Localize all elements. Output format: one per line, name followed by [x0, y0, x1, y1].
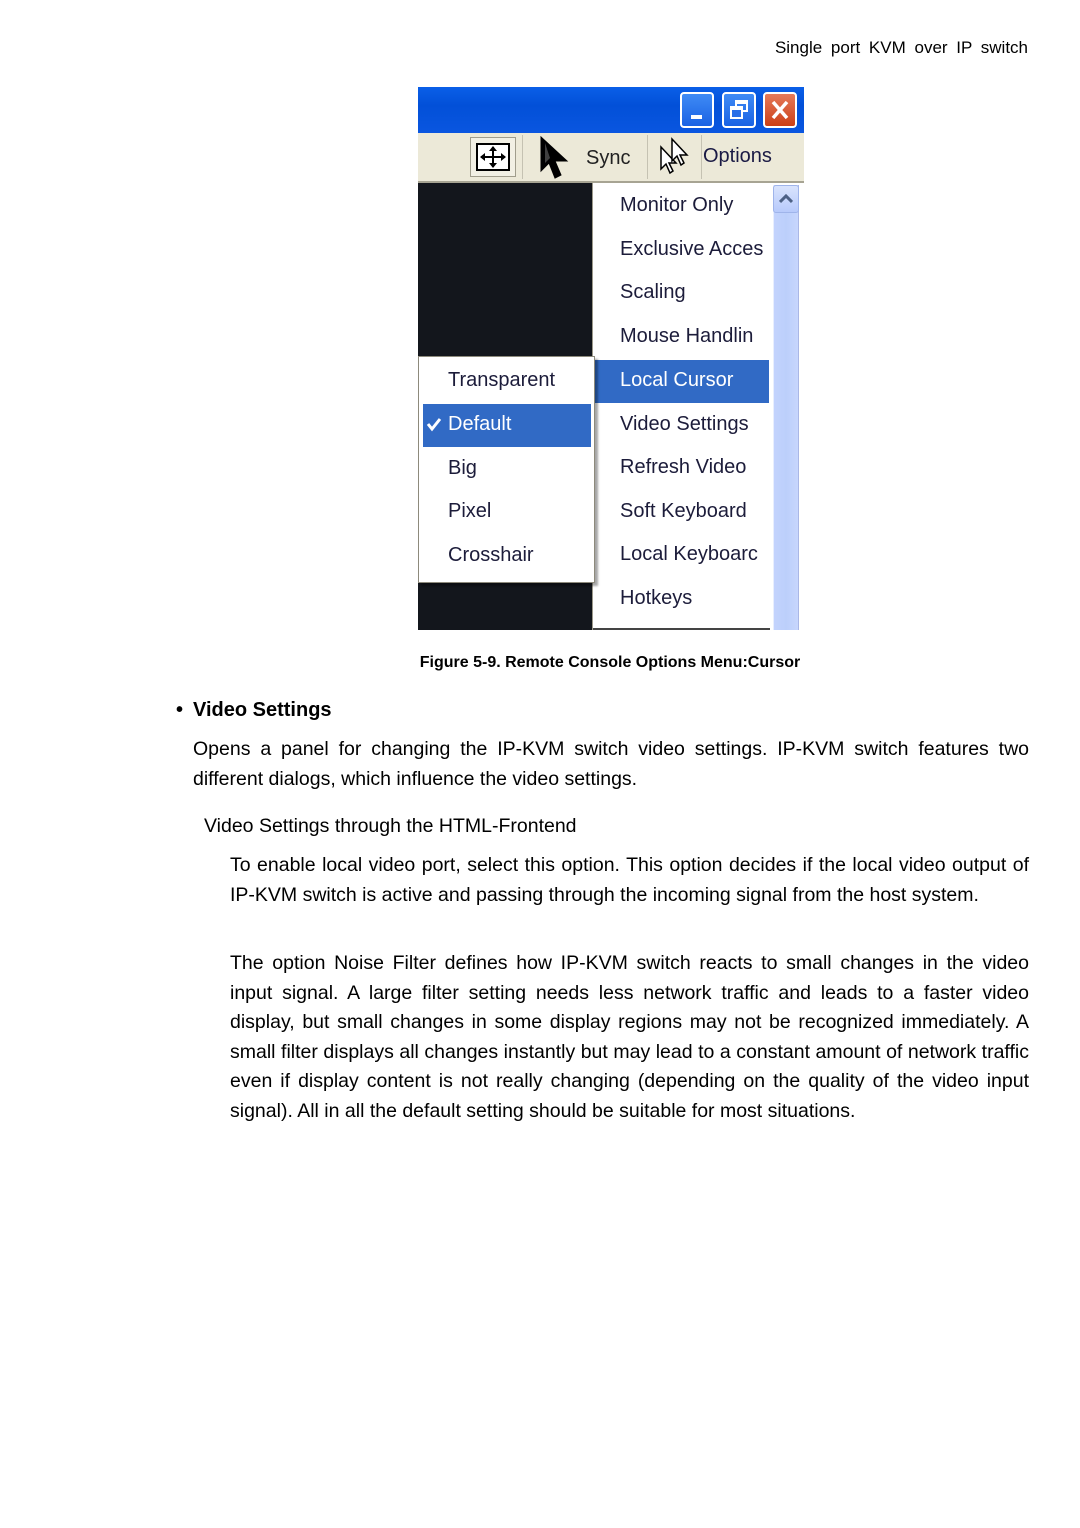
menu-item-exclusive-access[interactable]: Exclusive Acces: [593, 229, 769, 272]
section-heading: • Video Settings: [176, 699, 332, 722]
close-icon: [771, 100, 789, 120]
menu-item-local-cursor[interactable]: Local Cursor: [595, 360, 769, 403]
noise-filter-paragraph: The option Noise Filter defines how IP-K…: [230, 952, 1029, 1122]
chevron-up-icon: [779, 194, 793, 204]
options-menu-scrollbar[interactable]: [770, 183, 804, 630]
section-heading-text: Video Settings: [193, 699, 332, 721]
mouse-pointer-icon: [540, 135, 569, 179]
sync-button[interactable]: Sync: [534, 135, 644, 179]
console-toolbar: Sync Options: [418, 133, 804, 183]
menu-bottom-border: [593, 628, 771, 630]
double-cursor-icon: [660, 137, 689, 175]
intro-paragraph: Opens a panel for changing the IP-KVM sw…: [193, 738, 1029, 790]
sync-label: Sync: [586, 147, 631, 169]
cursor-submenu: Transparent Default Big Pixel Crosshair: [418, 356, 595, 583]
menu-item-soft-keyboard[interactable]: Soft Keyboard: [593, 491, 769, 534]
local-cursor-button[interactable]: [648, 135, 698, 179]
submenu-item-big[interactable]: Big: [423, 448, 591, 491]
close-button[interactable]: [763, 92, 797, 128]
menu-item-hotkeys[interactable]: Hotkeys: [593, 578, 769, 621]
submenu-item-default[interactable]: Default: [423, 404, 591, 447]
scrollbar-track[interactable]: [773, 185, 799, 630]
figure-caption: Figure 5-9. Remote Console Options Menu:…: [419, 654, 801, 671]
scroll-up-button[interactable]: [773, 185, 799, 213]
move-arrows-icon: [480, 146, 506, 168]
window-titlebar: [418, 87, 804, 133]
subheading: Video Settings through the HTML-Frontend: [204, 815, 577, 837]
local-video-paragraph: To enable local video port, select this …: [230, 854, 1029, 906]
toolbar-separator: [522, 135, 523, 179]
move-button[interactable]: [470, 137, 516, 177]
menu-item-monitor-only[interactable]: Monitor Only: [593, 185, 769, 228]
options-menu: Monitor Only Exclusive Acces Scaling Mou…: [592, 183, 771, 630]
menu-item-refresh-video[interactable]: Refresh Video: [593, 447, 769, 490]
minimize-button[interactable]: [680, 92, 714, 128]
submenu-item-transparent[interactable]: Transparent: [423, 360, 591, 403]
remote-console-screenshot: Sync Options Monitor Only Exclusive Acce…: [418, 87, 804, 630]
menu-item-scaling[interactable]: Scaling: [593, 272, 769, 315]
submenu-item-crosshair[interactable]: Crosshair: [423, 535, 591, 578]
checkmark-icon: [426, 418, 442, 432]
page-header: Single port KVM over IP switch: [774, 38, 1028, 57]
minimize-icon: [691, 115, 702, 119]
restore-icon: [730, 100, 748, 119]
menu-item-mouse-handling[interactable]: Mouse Handlin: [593, 316, 769, 359]
toolbar-separator: [701, 135, 702, 179]
menu-item-video-settings[interactable]: Video Settings: [593, 404, 769, 447]
bullet: •: [176, 699, 184, 721]
restore-button[interactable]: [722, 92, 756, 128]
options-menu-button[interactable]: Options: [703, 145, 772, 168]
submenu-item-pixel[interactable]: Pixel: [423, 491, 591, 534]
menu-item-local-keyboard[interactable]: Local Keyboarc: [593, 534, 769, 577]
